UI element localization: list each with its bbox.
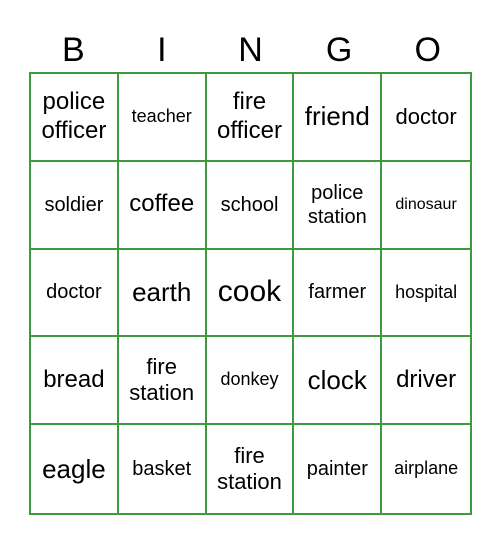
- bingo-cell[interactable]: donkey: [206, 337, 295, 426]
- header-letter-g: G: [325, 31, 353, 69]
- bingo-cell[interactable]: police station: [294, 161, 383, 250]
- bingo-cell[interactable]: soldier: [31, 161, 119, 250]
- bingo-cell[interactable]: fire station: [118, 337, 207, 426]
- bingo-cell[interactable]: clock: [294, 337, 383, 426]
- bingo-cell[interactable]: cook: [206, 249, 295, 338]
- bingo-cell[interactable]: coffee: [118, 161, 207, 250]
- bingo-cell[interactable]: doctor: [382, 74, 470, 162]
- bingo-cell[interactable]: basket: [119, 425, 207, 513]
- bingo-cell[interactable]: hospital: [382, 250, 470, 338]
- bingo-cell[interactable]: doctor: [31, 249, 119, 338]
- bingo-cell[interactable]: eagle: [31, 425, 119, 513]
- bingo-header: B I N G O: [29, 28, 472, 72]
- bingo-cell[interactable]: driver: [382, 337, 470, 426]
- bingo-cell[interactable]: earth: [118, 249, 207, 338]
- bingo-cell[interactable]: bread: [31, 337, 119, 426]
- bingo-cell[interactable]: farmer: [294, 249, 383, 338]
- bingo-cell[interactable]: teacher: [118, 74, 207, 162]
- header-letter-o: O: [414, 31, 441, 69]
- bingo-cell[interactable]: airplane: [382, 425, 470, 513]
- header-letter-n: N: [238, 31, 263, 69]
- bingo-cell[interactable]: school: [206, 161, 295, 250]
- bingo-cell[interactable]: friend: [294, 74, 383, 162]
- bingo-board: police officer teacher fire officer frie…: [29, 72, 472, 515]
- bingo-cell[interactable]: painter: [294, 425, 383, 513]
- header-letter-b: B: [61, 31, 85, 69]
- bingo-cell[interactable]: police officer: [31, 74, 119, 162]
- bingo-cell[interactable]: fire station: [207, 425, 295, 513]
- bingo-cell[interactable]: dinosaur: [382, 162, 470, 250]
- bingo-cell[interactable]: fire officer: [206, 74, 295, 162]
- header-letter-i: I: [157, 31, 167, 69]
